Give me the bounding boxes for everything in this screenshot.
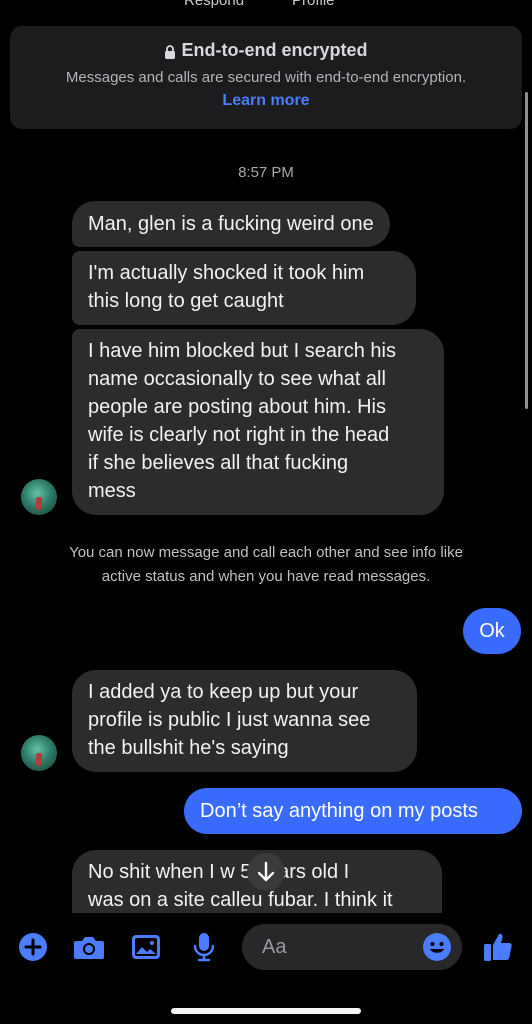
camera-icon[interactable] <box>72 930 106 964</box>
message-bubble-incoming[interactable]: I'm actually shocked it took him this lo… <box>72 251 416 325</box>
system-notice: You can now message and call each other … <box>69 544 463 585</box>
encryption-notice-card: End-to-end encrypted Messages and calls … <box>10 26 522 129</box>
scrollbar[interactable] <box>525 92 528 409</box>
plus-icon[interactable] <box>16 930 50 964</box>
respond-button[interactable]: Respond <box>184 0 244 9</box>
encryption-title: End-to-end encrypted <box>10 40 522 61</box>
message-timestamp: 8:57 PM <box>238 164 294 181</box>
contact-avatar[interactable] <box>21 479 57 515</box>
contact-avatar[interactable] <box>21 735 57 771</box>
message-bubble-outgoing[interactable]: Ok <box>463 608 521 654</box>
header-actions: Respond Profile <box>0 0 532 12</box>
encryption-title-text: End-to-end encrypted <box>181 40 368 60</box>
message-bubble-incoming[interactable]: Man, glen is a fucking weird one <box>72 201 390 247</box>
arrow-down-icon <box>257 861 275 882</box>
message-input[interactable] <box>262 935 412 959</box>
microphone-icon[interactable] <box>187 930 221 964</box>
image-icon[interactable] <box>129 930 163 964</box>
emoji-icon[interactable] <box>422 932 452 962</box>
lock-icon <box>165 44 176 59</box>
message-input-wrapper <box>242 924 462 970</box>
home-indicator <box>171 1008 361 1014</box>
message-bubble-outgoing[interactable]: Don’t say anything on my posts <box>184 788 522 834</box>
encryption-body: Messages and calls are secured with end-… <box>65 69 467 86</box>
message-bubble-incoming[interactable]: I added ya to keep up but your profile i… <box>72 670 417 772</box>
thumbs-up-icon[interactable] <box>481 930 515 964</box>
message-bubble-incoming[interactable]: I have him blocked but I search his name… <box>72 329 444 515</box>
scroll-to-bottom-button[interactable] <box>247 853 285 891</box>
profile-button[interactable]: Profile <box>292 0 335 9</box>
message-composer <box>0 916 532 1024</box>
learn-more-link[interactable]: Learn more <box>222 92 309 110</box>
